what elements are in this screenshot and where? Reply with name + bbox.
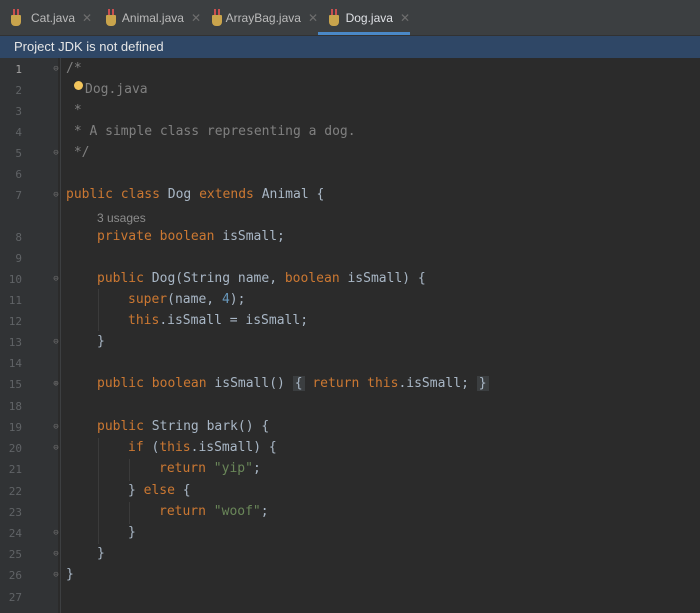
folded-block-close: } — [476, 376, 489, 391]
fold-toggle-icon[interactable]: ⊖ — [52, 274, 60, 284]
fold-end-icon[interactable]: ⊖ — [52, 337, 60, 347]
code-line-4[interactable]: * A simple class representing a dog. — [66, 124, 356, 139]
line-number: 11 — [8, 294, 22, 307]
line-number: 9 — [15, 252, 22, 265]
fold-toggle-icon[interactable]: ⊖ — [52, 422, 60, 432]
line-number: 26 — [8, 569, 22, 582]
line-number: 7 — [15, 189, 22, 202]
fold-end-icon[interactable]: ⊖ — [52, 570, 60, 580]
line-number: 4 — [15, 126, 22, 139]
java-file-icon — [8, 8, 24, 27]
line-number: 20 — [8, 442, 22, 455]
code-line-3[interactable]: * — [66, 103, 82, 118]
comment-filename: Dog.java — [85, 82, 148, 97]
code-line-22[interactable]: } else { — [128, 483, 191, 498]
indent-guide — [98, 438, 99, 544]
fold-toggle-icon[interactable]: ⊖ — [52, 64, 60, 74]
fold-toggle-icon[interactable]: ⊕ — [52, 379, 60, 389]
line-number: 13 — [8, 336, 22, 349]
fold-toggle-icon[interactable]: ⊖ — [52, 443, 60, 453]
tab-arraybag-java[interactable]: ArrayBag.java ✕ — [201, 0, 318, 35]
editor-tab-bar: Cat.java ✕ Animal.java ✕ ArrayBag.java ✕… — [0, 0, 700, 36]
code-line-15[interactable]: public boolean isSmall() { return this.i… — [97, 376, 489, 391]
code-line-13[interactable]: } — [97, 334, 105, 349]
close-icon[interactable]: ✕ — [191, 11, 201, 25]
line-number: 6 — [15, 168, 22, 181]
line-number: 18 — [8, 400, 22, 413]
fold-end-icon[interactable]: ⊖ — [52, 148, 60, 158]
code-line-23[interactable]: return "woof"; — [159, 504, 269, 519]
tab-cat-java[interactable]: Cat.java ✕ — [0, 0, 95, 35]
code-line-1[interactable]: /* — [66, 61, 82, 76]
line-number: 10 — [8, 273, 22, 286]
java-file-icon — [209, 8, 222, 27]
line-number: 14 — [8, 357, 22, 370]
project-jdk-banner[interactable]: Project JDK is not defined — [0, 36, 700, 58]
line-number: 21 — [8, 463, 22, 476]
indent-guide — [129, 502, 130, 524]
close-icon[interactable]: ✕ — [400, 11, 410, 25]
tab-dog-java[interactable]: Dog.java ✕ — [318, 0, 410, 35]
code-line-26[interactable]: } — [66, 567, 74, 582]
line-number: 8 — [15, 231, 22, 244]
tab-animal-java[interactable]: Animal.java ✕ — [95, 0, 201, 35]
gutter-divider — [60, 58, 61, 613]
code-line-8[interactable]: private boolean isSmall; — [97, 229, 285, 244]
line-number: 5 — [15, 147, 22, 160]
line-number: 2 — [15, 84, 22, 97]
line-number: 3 — [15, 105, 22, 118]
fold-end-icon[interactable]: ⊖ — [52, 549, 60, 559]
usages-hint[interactable]: 3 usages — [97, 211, 146, 225]
code-line-10[interactable]: public Dog(String name, boolean isSmall)… — [97, 271, 426, 286]
tab-label: Animal.java — [121, 10, 184, 25]
code-line-2[interactable]: Dog.java — [74, 81, 148, 97]
code-line-21[interactable]: return "yip"; — [159, 461, 261, 476]
banner-text: Project JDK is not defined — [14, 39, 164, 54]
line-number: 27 — [8, 591, 22, 604]
code-line-11[interactable]: super(name, 4); — [128, 292, 245, 307]
code-line-25[interactable]: } — [97, 546, 105, 561]
code-line-7[interactable]: public class Dog extends Animal { — [66, 187, 324, 202]
line-number: 22 — [8, 485, 22, 498]
line-number: 24 — [8, 527, 22, 540]
code-line-5[interactable]: */ — [66, 145, 90, 160]
fold-end-icon[interactable]: ⊖ — [52, 528, 60, 538]
close-icon[interactable]: ✕ — [308, 11, 318, 25]
indent-guide — [129, 459, 130, 481]
tab-label: Dog.java — [345, 10, 393, 25]
folded-block-open: { — [292, 376, 305, 391]
indent-guide — [98, 289, 99, 331]
line-number: 23 — [8, 506, 22, 519]
code-line-24[interactable]: } — [128, 525, 136, 540]
java-file-icon — [103, 8, 116, 27]
code-line-19[interactable]: public String bark() { — [97, 419, 269, 434]
java-file-icon — [326, 8, 339, 27]
code-line-20[interactable]: if (this.isSmall) { — [128, 440, 277, 455]
tab-label: ArrayBag.java — [225, 10, 301, 25]
code-line-12[interactable]: this.isSmall = isSmall; — [128, 313, 308, 328]
line-number: 19 — [8, 421, 22, 434]
tab-label: Cat.java — [31, 10, 76, 25]
lightbulb-icon[interactable] — [74, 81, 83, 90]
close-icon[interactable]: ✕ — [82, 11, 92, 25]
line-number: 1 — [15, 63, 22, 76]
line-number: 12 — [8, 315, 22, 328]
line-number: 15 — [8, 378, 22, 391]
line-number: 25 — [8, 548, 22, 561]
fold-toggle-icon[interactable]: ⊖ — [52, 190, 60, 200]
